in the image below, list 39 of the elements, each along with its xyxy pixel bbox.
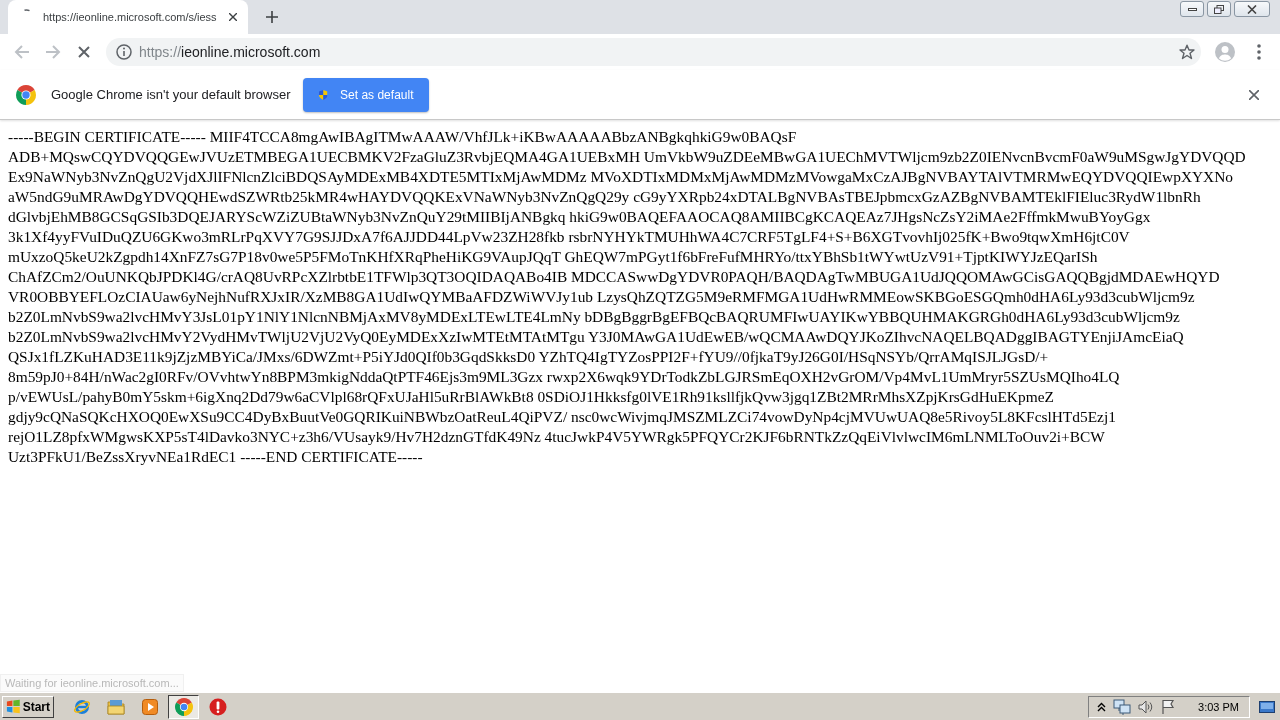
- forward-arrow-icon: [45, 44, 61, 60]
- flag-logo-icon: [6, 699, 21, 714]
- status-bubble: Waiting for ieonline.microsoft.com...: [0, 674, 184, 692]
- tab-title: https://ieonline.microsoft.com/s/iess: [43, 11, 217, 23]
- set-default-button[interactable]: Set as default: [303, 77, 430, 112]
- taskbar-app-button[interactable]: [168, 694, 199, 719]
- address-bar[interactable]: https://ieonline.microsoft.com: [106, 38, 1201, 66]
- flag-icon[interactable]: [1161, 699, 1176, 714]
- minimize-button[interactable]: [1180, 1, 1204, 17]
- speaker-icon[interactable]: [1138, 699, 1155, 714]
- exclamation-icon: [208, 697, 227, 716]
- infobar-message: Google Chrome isn't your default browser: [51, 87, 291, 102]
- start-button[interactable]: Start: [2, 695, 54, 718]
- e-logo-icon: [72, 697, 91, 716]
- chevron-up-icon[interactable]: [1097, 701, 1107, 712]
- close-icon: [1247, 4, 1257, 14]
- back-arrow-icon: [14, 44, 30, 60]
- close-icon: [1249, 89, 1259, 100]
- plus-icon: [266, 11, 278, 23]
- play-icon: [141, 698, 158, 715]
- info-icon: [116, 44, 132, 60]
- clock: 3:03 PM: [1198, 700, 1239, 713]
- url-text: https://ieonline.microsoft.com: [139, 44, 321, 60]
- network-icon[interactable]: [1113, 698, 1132, 715]
- certificate-text: -----BEGIN CERTIFICATE----- MIIF4TCCA8mgAwIBAgITMwAAAW/VhfJLk+iKBwAAAAABbzANBgkqhkiG9w0BAQsF ADB+MQswCQYDVQQGEwJVUzETMBEGA1UECBMKV2FzaGluZ3RvbjEQMA4GA1UEBxMH UmVkbW9uZDEeMBwGA1UEChMVTWljcm9zb2Z0IENvcnBvcmF0aW9uMSgwJgYDVQQD Ex9NaWNyb3NvZnQgU2VjdXJlIFNlcnZlciBDQSAyMDExMB4XDTE5MTIxMjAwMDMz MVoXDTIxMDMxMjAwMDMzMVowgaMxCzAJBgNVBAYTAlVTMRMwEQYDVQQIEwpXYXNo aW5ndG9uMRAwDgYDVQQHEwdSZWRtb25kMR4wHAYDVQQKExVNaWNyb3NvZnQgQ29y cG9yYXRpb24xDTALBgNVBAsTBEJpbmcxGzAZBgNVBAMTEklFIEluc3RydW1lbnRh dGlvbjEhMB8GCSqGSIb3DQEJARYScWZiZUBtaWNyb3NvZnQuY29tMIIBIjANBgkq hkiG9w0BAQEFAAOCAQ8AMIIBCgKCAQEAz7JHgsNcZsY2iMAe2FffmkMwuBYoyGgx 3k1Xf4yyFVuIDuQZU6GKwo3mRLrPqXVY7G9SJJDxA7f6AJJDD44LpVw23ZH28fkb rsbrNYHYkTMUHhWA4C7CRF5TgLF4+S+B6XGTvovhIj025fK+Bwo9tqwXmH6jtC0V mUxzoQ5keU2kZgpdh14XnFZ7sG7P18v0we5P5FMoTnKHfXRqPheHiKG9VAupJQqT GhEQW7mPGyt1f6bFreFufMHRYo/ttxYBhSb1tWYwtUzV91+TjptKIWYJzEQarISh ChAfZCm2/OuUNKQbJPDKl4G/crAQ8UvRPcXZlrbtbE1TFWlp3QT3OQIDAQABo4IB MDCCASwwDgYDVR0PAQH/BAQDAgTwMBUGA1UdJQQOMAwGCisGAQQBgjdMDAEwHQYD VR0OBBYEFLOzCIAUaw6yNejhNufRXJxIR/XzMB8GA1UdIwQYMBaAFDZWiWVJy1ub LzysQhZQTZG5M9eRMFMGA1UdHwRMMEowSKBGoESGQmh0dHA6Ly93d3cubWljcm9z b2Z0LmNvbS9wa2lvcHMvY3JsL01pY1NlY1NlcnNBMjAxMV8yMDExLTEwLTE4LmNy bDBgBggrBgEFBQcBAQRUMFIwUAYIKwYBBQUHMAKGRGh0dHA6Ly93d3cubWljcm9z b2Z0LmNvbS9wa2lvcHMvY2VydHMvTWljU2VjU2VyQ0EyMDExXzIwMTEtMTAtMTgu Y3J0MAwGA1UdEwEB/wQCMAAwDQYJKoZIhvcNAQELBQADggIBAGTYEnjiJAmcEiaQ QSJx1fLZKuHAD3E11k9jZjzMBYiCa/JMxs/6DWZmt+P5iYJd0QIf0b3GqdSkksD0 YZhTQ4IgTYZosPPI2F+fYU9//0fjkaT9yJ26G0I/HSqNSYb/QrrAMqISJLJGsD/+ 8m59pJ0+84H/nWac2gI0RFv/OVvhtwYn8BPM3mkigNddaQtPTF46Ejs3m9ML3Gzx rwxp2X6wqk9YDrTodkZbLGJRSmEqOXH2vGrOM/Vp4MvL1UmMryr5SZUsMQIho4LQ p/vEWUsL/pahyB0mY5skm+6igXnq2Dd79w6aCVlpl68rQFxUJaHl5uRrBlAWkBt8 0SDiOJ1Hkksfg0lVE1Rh91ksllfjkQvw3jgq1ZBt2MRrMhsXZpjKrsGdHuEKpmeZ gdjy9cQNaSQKcHXOQ0EwXSu9CC4DyBxBuutVe0GQRIKuiNBWbzOatReuL4QiPVZ/ nsc0wcWivjmqJMSZMLZCi74vowDyNp4cjMVUwUAQ8e5Rivoy5L8KFcslHTd5Ezj1 rejO1LZ8pfxWMgwsKXP5sT4lDavko3NYC+z3h6/VUsayk9/Hv7H2dznGTfdK49Nz 4tucJwkP4V5YWRgk5PFQYCr2KJF6bRNTkZzQqEiVlvlwcIM6mLNMLToOuv2i+BCW Uzt3PFkU1/BeZssXryvNEa1RdEC1 -----END CERTIFICATE-----: [8, 127, 1247, 467]
- avatar-icon: [1215, 42, 1235, 62]
- browser-logo-icon: [16, 84, 36, 105]
- stop-icon: [78, 46, 90, 58]
- folder-icon: [106, 698, 125, 715]
- close-window-button[interactable]: [1234, 1, 1270, 17]
- restore-button[interactable]: [1207, 1, 1231, 17]
- browser-logo-icon: [174, 697, 193, 716]
- minimize-icon: [1187, 7, 1197, 11]
- menu-icon: [1257, 44, 1261, 60]
- star-icon[interactable]: [1179, 44, 1195, 60]
- restore-icon: [1214, 4, 1224, 14]
- desktop-icon: [1259, 700, 1275, 713]
- close-icon: [228, 13, 237, 21]
- browser-tab[interactable]: https://ieonline.microsoft.com/s/iess: [8, 0, 248, 34]
